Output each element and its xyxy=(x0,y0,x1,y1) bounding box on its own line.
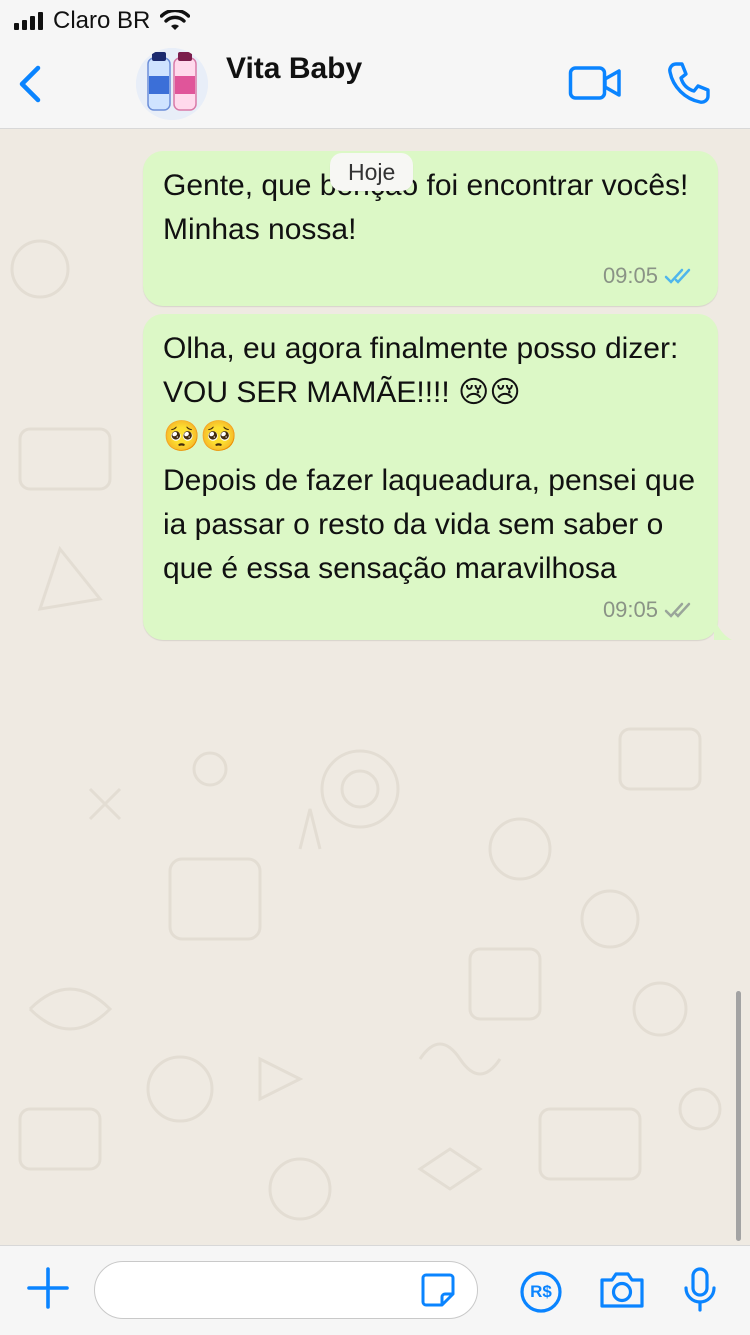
back-chevron-icon xyxy=(19,65,41,103)
wifi-icon xyxy=(160,10,191,32)
video-call-icon xyxy=(568,66,621,100)
carrier-name: Claro BR xyxy=(53,7,151,34)
chat-scrollbar[interactable] xyxy=(736,991,741,1241)
sticker-button[interactable] xyxy=(420,1272,456,1313)
date-chip: Hoje xyxy=(330,153,414,191)
camera-button[interactable] xyxy=(598,1270,646,1315)
message-text: Gente, que benção foi encontrar vocês! M… xyxy=(163,169,689,246)
message-bubble[interactable]: Olha, eu agora finalmente posso dizer: V… xyxy=(143,314,732,640)
message-meta: 09:05 xyxy=(603,588,698,632)
payment-label: R$ xyxy=(530,1282,552,1301)
chat-area[interactable]: Gente, que benção foi encontrar vocês! M… xyxy=(0,129,750,1245)
back-button[interactable] xyxy=(14,62,50,106)
payment-button[interactable]: R$ xyxy=(519,1270,563,1319)
microphone-icon xyxy=(684,1267,716,1312)
plus-icon xyxy=(27,1267,69,1309)
bubble-tail xyxy=(714,618,732,640)
phone-icon xyxy=(668,62,710,104)
message-bubble[interactable]: Gente, que benção foi encontrar vocês! M… xyxy=(143,151,718,306)
read-ticks-icon xyxy=(664,268,691,284)
camera-icon xyxy=(600,1272,644,1308)
chat-header: Claro BR Vita Baby xyxy=(0,0,750,129)
signal-icon xyxy=(14,12,43,30)
video-call-button[interactable] xyxy=(568,64,622,107)
message-time: 09:05 xyxy=(602,263,658,288)
status-bar: Claro BR xyxy=(14,6,191,36)
message-meta: 09:05 xyxy=(603,254,698,298)
sticker-icon xyxy=(421,1273,455,1307)
contact-avatar[interactable] xyxy=(136,48,208,120)
message-text: Olha, eu agora finalmente posso dizer: V… xyxy=(163,332,696,585)
voice-call-button[interactable] xyxy=(666,60,712,111)
voice-message-button[interactable] xyxy=(682,1266,718,1319)
composer-bar: R$ xyxy=(0,1245,750,1335)
delivered-ticks-icon xyxy=(664,602,691,618)
message-time: 09:05 xyxy=(602,597,658,622)
contact-name[interactable]: Vita Baby xyxy=(226,52,362,86)
attach-button[interactable] xyxy=(26,1266,70,1315)
